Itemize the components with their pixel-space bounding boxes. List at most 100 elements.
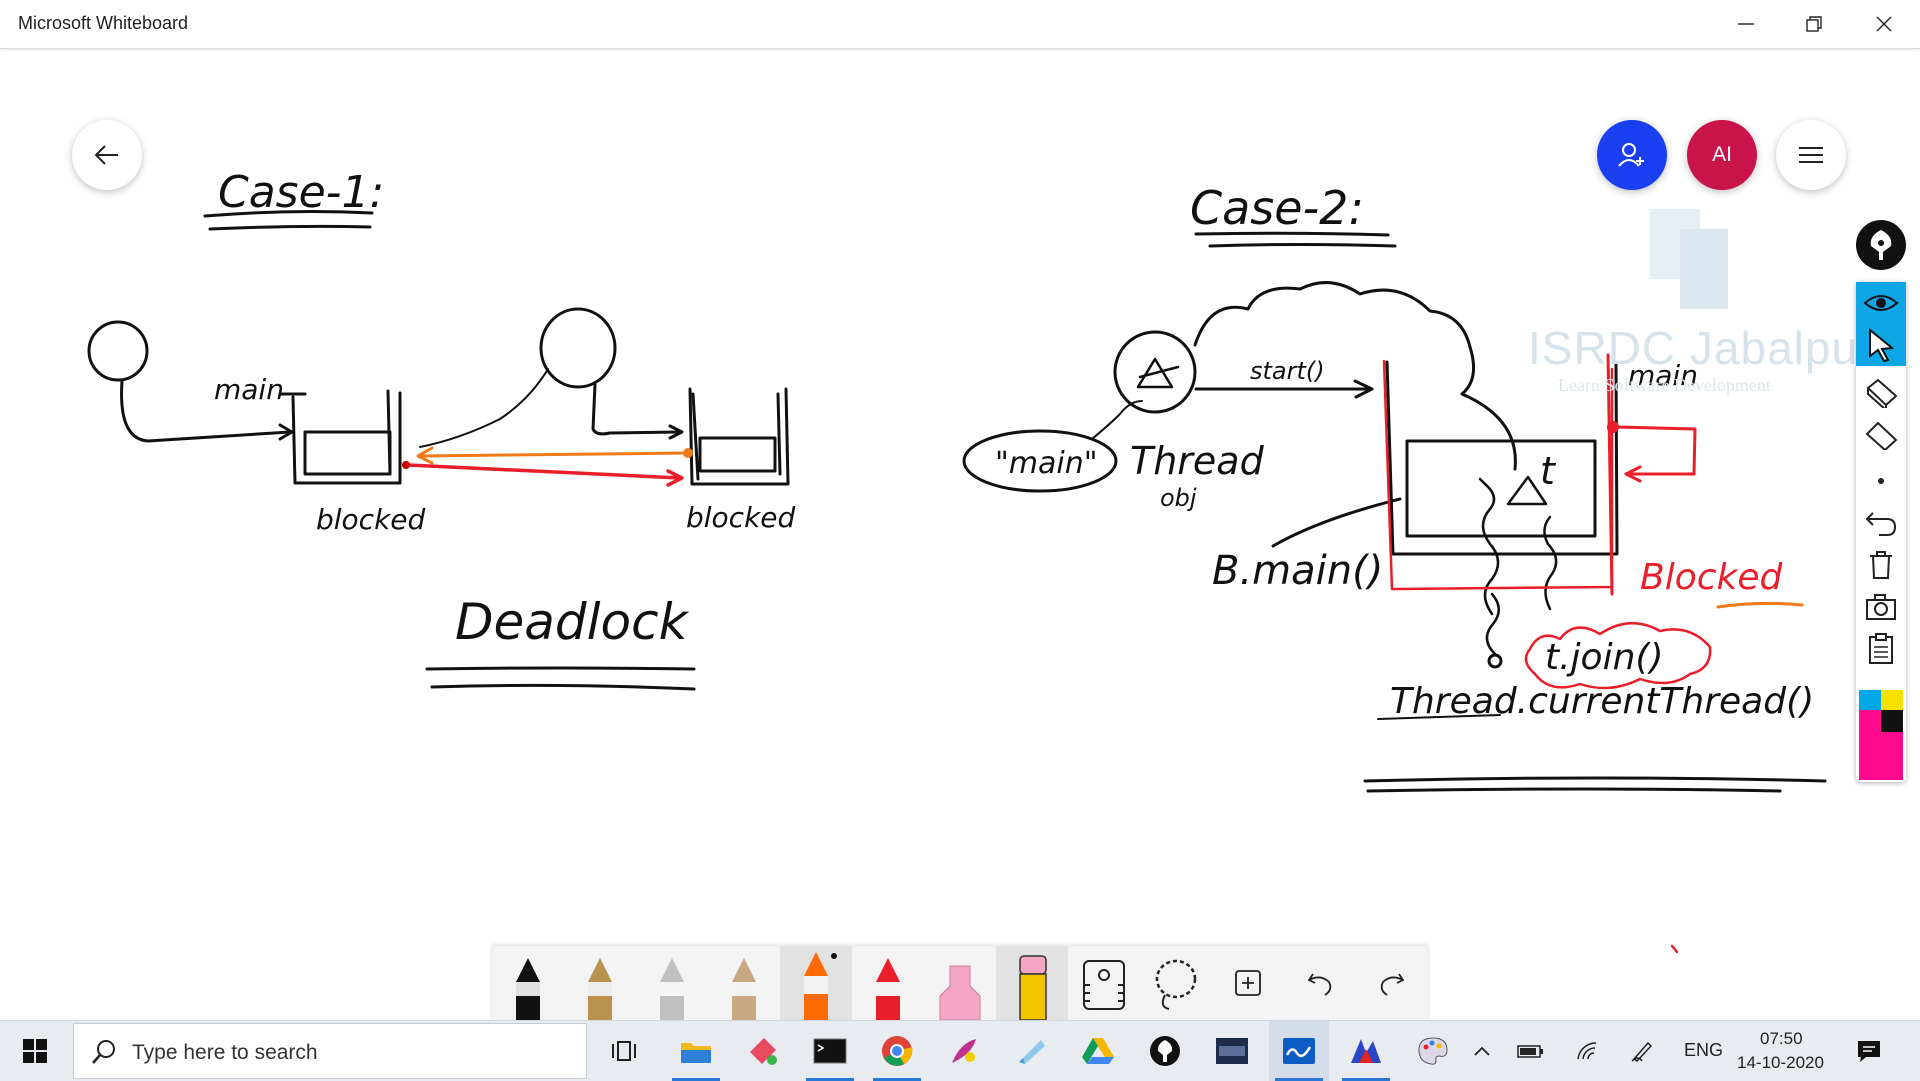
watermark-subtitle: Learn Software Development (1558, 375, 1771, 395)
currentthread-underline-1 (1363, 776, 1827, 783)
select-button[interactable] (1856, 324, 1906, 366)
redo-button[interactable] (1356, 946, 1428, 1020)
silver-pen-icon (660, 958, 684, 1020)
undo-button[interactable] (1284, 946, 1356, 1020)
clock-time[interactable]: 07:50 (1760, 1029, 1803, 1049)
task-view-button[interactable] (594, 1021, 654, 1081)
mysql-icon (1216, 1038, 1248, 1064)
paint-button[interactable] (733, 1021, 793, 1081)
back-button[interactable] (72, 120, 142, 190)
black-pen-tool[interactable] (492, 946, 564, 1020)
gold-pen-icon (588, 958, 612, 1020)
pointer-icon (1869, 328, 1895, 362)
notes-app-button[interactable] (1001, 1021, 1061, 1081)
ruler-button[interactable] (1856, 372, 1906, 414)
eye-icon (1863, 295, 1899, 311)
highlighter-tool[interactable] (924, 946, 996, 1020)
orange-pen-tool[interactable] (780, 946, 852, 1020)
case2-stack-box (1405, 439, 1597, 538)
lasso-icon (1155, 959, 1197, 1010)
clock-date[interactable]: 14-10-2020 (1737, 1053, 1824, 1073)
feather-icon (952, 1039, 976, 1063)
case2-heading: Case-2: (1190, 181, 1364, 235)
ink-layer: Case-1: main blocked blocked Deadlock Ca… (87, 167, 1827, 954)
eraser-icon (1865, 421, 1898, 450)
red-pen-tool[interactable] (852, 946, 924, 1020)
lasso-button[interactable] (1140, 946, 1212, 1020)
t-label: t (1540, 449, 1557, 493)
color-app-button[interactable] (1336, 1021, 1396, 1081)
case1-underline-2 (208, 224, 372, 231)
delete-button[interactable] (1856, 544, 1906, 586)
pen-workspace-button[interactable] (1622, 1021, 1662, 1081)
side-undo-button[interactable] (1856, 502, 1906, 544)
dot-icon (1878, 478, 1884, 484)
palette-app-button[interactable] (1403, 1021, 1463, 1081)
color-palette[interactable] (1859, 690, 1903, 780)
yellow-pencil-icon (1019, 955, 1047, 1020)
pen-app-button[interactable] (1135, 1021, 1195, 1081)
wavy-line-2 (1543, 515, 1558, 611)
view-mode-button[interactable] (1856, 282, 1906, 324)
undo-icon (1865, 512, 1897, 536)
drive-button[interactable] (1068, 1021, 1128, 1081)
search-placeholder: Type here to search (132, 1041, 318, 1064)
wavy-end-dot (1487, 653, 1503, 669)
whiteboard-canvas[interactable]: Case-1: main blocked blocked Deadlock Ca… (0, 49, 1920, 1019)
chrome-button[interactable] (867, 1021, 927, 1081)
restore-button[interactable] (1780, 0, 1848, 48)
silver-pen-tool[interactable] (636, 946, 708, 1020)
add-button[interactable] (1212, 946, 1284, 1020)
pencil-tool[interactable] (996, 946, 1068, 1020)
wavy-line-1 (1478, 477, 1500, 616)
battery-button[interactable] (1510, 1021, 1550, 1081)
redo-icon (1380, 973, 1405, 996)
pen-size-button[interactable] (1856, 460, 1906, 502)
close-button[interactable] (1850, 0, 1918, 48)
trash-icon (1870, 551, 1892, 579)
start-button[interactable] (0, 1021, 70, 1081)
invite-button[interactable] (1597, 120, 1667, 190)
ruler-tool-button[interactable] (1068, 946, 1140, 1020)
clipboard-button[interactable] (1856, 628, 1906, 670)
eraser-button[interactable] (1856, 414, 1906, 456)
case1-blocked-right: blocked (686, 501, 796, 534)
add-person-icon (1618, 143, 1644, 167)
thread-obj-label: obj (1160, 484, 1197, 512)
case1-thread-circle (87, 320, 149, 382)
terminal-button[interactable] (800, 1021, 860, 1081)
join-label: t.join() (1545, 637, 1664, 678)
main-ellipse-label: "main" (995, 446, 1098, 481)
case1-left-stack (291, 391, 402, 485)
avatar[interactable]: AI (1687, 120, 1757, 190)
mysql-button[interactable] (1202, 1021, 1262, 1081)
case1-thread-label: main (214, 373, 284, 406)
file-explorer-button[interactable] (666, 1021, 726, 1081)
whiteboard-app-button[interactable] (1269, 1021, 1329, 1081)
wifi-icon (1577, 1042, 1597, 1060)
undo-icon (1307, 973, 1332, 996)
language-indicator[interactable]: ENG (1684, 1040, 1723, 1061)
show-hidden-icons-button[interactable] (1462, 1021, 1502, 1081)
action-center-button[interactable] (1844, 1021, 1894, 1081)
current-thread-label: Thread.currentThread() (1390, 681, 1814, 722)
add-icon (1235, 970, 1261, 996)
case1-blocked-left: blocked (316, 503, 426, 536)
whiteboard-icon (1283, 1038, 1315, 1064)
search-input[interactable]: Type here to search (73, 1023, 587, 1079)
camera-button[interactable] (1856, 586, 1906, 628)
case1-right-arrow (591, 383, 682, 436)
blocked-underline (1716, 601, 1804, 609)
windows-logo-icon (23, 1039, 47, 1063)
pen-toggle-button[interactable] (1856, 220, 1906, 270)
minimize-button[interactable] (1712, 0, 1780, 48)
network-button[interactable] (1568, 1021, 1608, 1081)
thread-label: Thread (1130, 439, 1265, 483)
feather-app-button[interactable] (934, 1021, 994, 1081)
menu-button[interactable] (1776, 120, 1846, 190)
gold-pen-tool[interactable] (564, 946, 636, 1020)
ruler-icon (1866, 378, 1898, 408)
bronze-pen-tool[interactable] (708, 946, 780, 1020)
side-toolbar (1856, 282, 1906, 782)
watermark-title: ISRDC Jabalpur (1528, 322, 1875, 374)
